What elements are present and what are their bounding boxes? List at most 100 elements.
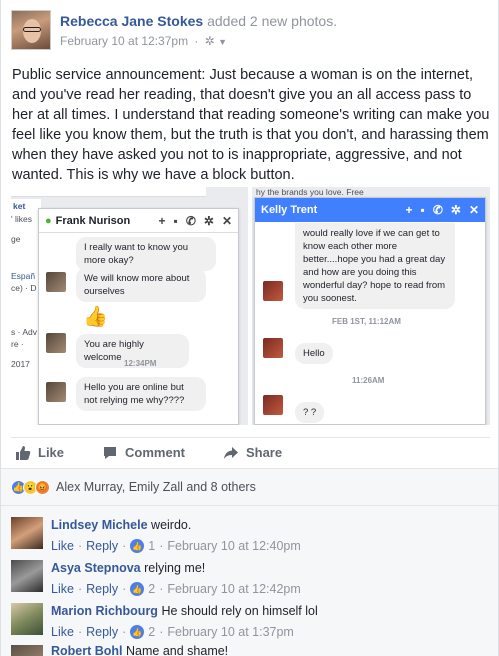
post-header: Rebecca Jane Stokes added 2 new photos. …	[11, 10, 491, 52]
video-icon[interactable]: ▪	[174, 214, 178, 228]
bg-page-column: ket ' likes ge Españ ce) · D s · Adv re …	[11, 199, 41, 425]
commenter-name[interactable]: Lindsey Michele	[51, 518, 148, 532]
video-icon[interactable]: ▪	[421, 203, 425, 217]
comments-section: Lindsey Michele weirdo. Like · Reply · 👍 1 ·…	[1, 506, 498, 656]
photo-1[interactable]: ket ' likes ge Españ ce) · D s · Adv re …	[11, 187, 248, 425]
like-count[interactable]: 2	[148, 625, 155, 639]
like-count[interactable]: 2	[148, 582, 155, 596]
plus-icon[interactable]: +	[406, 203, 413, 217]
comment-body: relying me!	[144, 561, 206, 575]
bg-fragment: Españ	[11, 271, 36, 281]
message-bubble: Hello you are online but not relying me …	[76, 377, 206, 411]
facebook-post: Rebecca Jane Stokes added 2 new photos. …	[0, 0, 499, 656]
photo-2[interactable]: hy the brands you love. Free Kelly Trent…	[252, 187, 490, 425]
thumbs-up-icon: 👍	[130, 539, 145, 553]
comment-text-line: Asya Stepnova relying me!	[51, 561, 205, 575]
reactions-bar[interactable]: 👍 😮 😡 Alex Murray, Emily Zall and 8 othe…	[1, 468, 498, 506]
online-dot-icon: ●	[45, 214, 52, 227]
message-time: 12:34PM	[124, 359, 157, 368]
chat-name[interactable]: Frank Nurison	[56, 215, 131, 227]
dot-separator: ·	[159, 582, 164, 596]
close-icon[interactable]: ✕	[469, 203, 479, 217]
commenter-name[interactable]: Robert Bohl	[51, 644, 123, 656]
bg-fragment: re ·	[11, 339, 24, 349]
author-name[interactable]: Rebecca Jane Stokes	[60, 13, 203, 29]
chevron-down-icon[interactable]: ▼	[218, 37, 227, 47]
chat-header-icons: + ▪ ✆ ✲ ✕	[406, 203, 479, 217]
bg-fragment: ' likes	[11, 214, 32, 224]
comment-meta: Like · Reply · 👍 1 · February 10 at 12:40pm	[51, 539, 301, 553]
dot-separator: ·	[122, 539, 127, 553]
comment-like-link[interactable]: Like	[51, 539, 74, 553]
plus-icon[interactable]: +	[159, 214, 166, 228]
like-count[interactable]: 1	[148, 539, 155, 553]
chat-window-kelly: Kelly Trent + ▪ ✆ ✲ ✕ would really love …	[254, 197, 486, 425]
sender-avatar	[263, 338, 283, 358]
commenter-name[interactable]: Asya Stepnova	[51, 561, 141, 575]
bg-fragment: hy the brands you love. Free	[256, 187, 364, 197]
dot-separator: ·	[159, 539, 164, 553]
message-bubble: I really want to know you more okay?	[76, 237, 216, 271]
comment-meta: Like · Reply · 👍 2 · February 10 at 12:42pm	[51, 582, 301, 596]
comment-reply-link[interactable]: Reply	[86, 625, 118, 639]
chat-name[interactable]: Kelly Trent	[261, 204, 317, 216]
gear-icon[interactable]: ✲	[451, 203, 461, 217]
comment-like-link[interactable]: Like	[51, 625, 74, 639]
sender-avatar	[46, 382, 66, 402]
message-time: 11:26AM	[352, 376, 385, 385]
thumbs-up-icon	[16, 445, 31, 460]
comment-text-line: Lindsey Michele weirdo.	[51, 518, 191, 532]
bg-page-strip	[11, 187, 206, 197]
share-button[interactable]: Share	[223, 445, 282, 461]
phone-icon[interactable]: ✆	[186, 214, 196, 228]
commenter-name[interactable]: Marion Richbourg	[51, 604, 158, 618]
message-time: FEB 1ST, 11:12AM	[332, 317, 401, 326]
comment: Robert Bohl Name and shame!	[11, 643, 491, 656]
share-label: Share	[245, 445, 283, 460]
gear-icon[interactable]: ✲	[205, 34, 215, 48]
post-meta: February 10 at 12:37pm · ✲ ▼	[60, 34, 227, 48]
dot-separator: ·	[77, 539, 83, 553]
close-icon[interactable]: ✕	[222, 214, 232, 228]
commenter-avatar[interactable]	[11, 645, 43, 656]
commenter-avatar[interactable]	[11, 560, 43, 592]
comment-reply-link[interactable]: Reply	[86, 582, 118, 596]
sender-avatar	[46, 272, 66, 292]
thumbs-up-icon: 👍	[130, 625, 145, 639]
gear-icon[interactable]: ✲	[204, 214, 214, 228]
post-actions: Like Comment Share	[11, 437, 490, 467]
comment-icon	[104, 446, 117, 459]
comment-date[interactable]: February 10 at 12:40pm	[167, 539, 300, 553]
comment-label: Comment	[125, 445, 185, 460]
post-text: Public service announcement: Just becaus…	[12, 67, 490, 183]
comment: Marion Richbourg He should rely on himse…	[11, 600, 491, 642]
thumbs-up-emoji: 👍	[83, 306, 108, 328]
commenter-avatar[interactable]	[11, 603, 43, 635]
like-button[interactable]: Like	[15, 445, 64, 461]
comment: Asya Stepnova relying me! Like · Reply · 👍…	[11, 557, 491, 599]
angry-reaction-icon: 😡	[35, 479, 50, 495]
chat-header-icons: + ▪ ✆ ✲ ✕	[159, 214, 232, 228]
sender-avatar	[263, 281, 283, 301]
comment-date[interactable]: February 10 at 12:42pm	[167, 582, 300, 596]
author-avatar[interactable]	[11, 10, 51, 50]
bg-fragment: 2017	[11, 359, 30, 369]
comment-button[interactable]: Comment	[102, 445, 185, 461]
message-bubble: Hello	[295, 343, 333, 364]
comment-like-link[interactable]: Like	[51, 582, 74, 596]
comment-reply-link[interactable]: Reply	[86, 539, 118, 553]
photo-grid: ket ' likes ge Españ ce) · D s · Adv re …	[11, 187, 490, 425]
comment-body: weirdo.	[151, 518, 192, 532]
dot-separator: ·	[77, 582, 83, 596]
avatar-glasses	[23, 27, 41, 32]
chat-header: ● Frank Nurison + ▪ ✆ ✲ ✕	[39, 209, 238, 233]
bg-fragment: ket	[13, 201, 26, 211]
phone-icon[interactable]: ✆	[433, 203, 443, 217]
comment-date[interactable]: February 10 at 1:37pm	[167, 625, 293, 639]
message-bubble: ? ?	[295, 402, 325, 423]
commenter-avatar[interactable]	[11, 517, 43, 549]
reaction-names[interactable]: Alex Murray, Emily Zall and 8 others	[56, 480, 256, 494]
chat-header: Kelly Trent + ▪ ✆ ✲ ✕	[255, 198, 485, 222]
dot-separator: ·	[122, 625, 127, 639]
post-timestamp[interactable]: February 10 at 12:37pm	[60, 34, 188, 48]
